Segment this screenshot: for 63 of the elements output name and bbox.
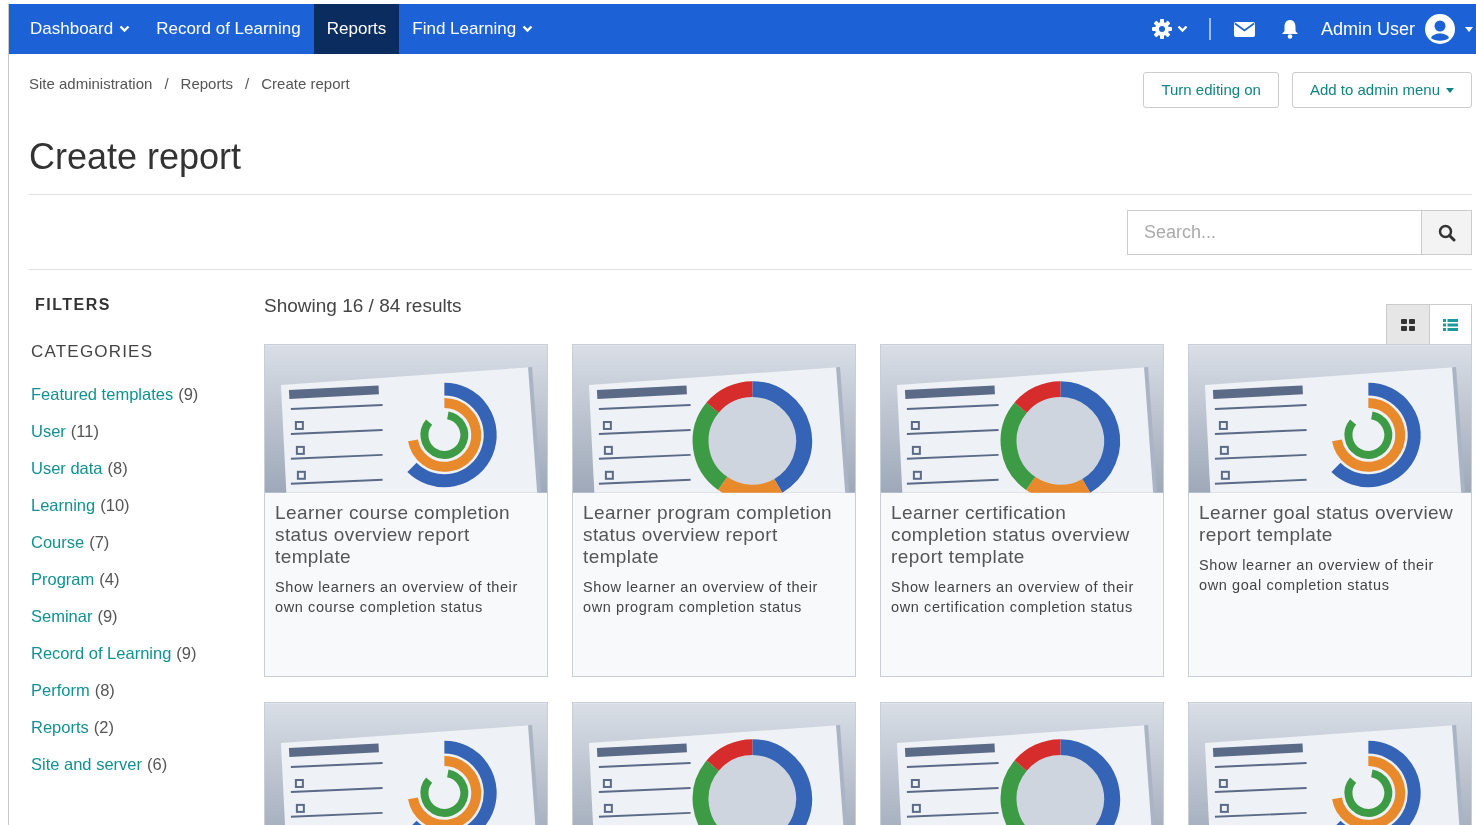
categories-heading: CATEGORIES	[31, 341, 155, 363]
nav-tab[interactable]: Find Learning	[399, 4, 547, 54]
settings-icon	[1151, 19, 1172, 39]
category-count: (7)	[89, 531, 110, 553]
category-count: (11)	[70, 420, 99, 442]
bell-icon	[1280, 19, 1299, 39]
breadcrumb-separator: /	[245, 74, 250, 94]
results-count: Showing 16 / 84 results	[264, 294, 462, 318]
search-icon	[1437, 223, 1456, 242]
category-count: (6)	[147, 753, 168, 775]
category-link[interactable]: Site and server	[31, 752, 142, 776]
category-count: (2)	[93, 716, 114, 738]
nav-tab[interactable]: Dashboard	[17, 4, 144, 54]
report-card[interactable]: Learner program completion status overview report template Show learner an overview of their own program completion status	[572, 344, 856, 677]
caret-icon	[1465, 26, 1473, 32]
category-count: (8)	[94, 679, 115, 701]
user-avatar-icon	[1425, 14, 1455, 44]
nav-tab[interactable]: Record of Learning	[143, 4, 314, 54]
category-link[interactable]: User	[31, 419, 66, 443]
search-input[interactable]: Search...	[1128, 211, 1421, 254]
category-count: (9)	[97, 605, 118, 627]
category-link[interactable]: Learning	[31, 493, 96, 517]
category-link[interactable]: Course	[31, 530, 85, 554]
report-card[interactable]: Learner course completion status overview report template Show learners an overview of their own course completion status	[264, 344, 548, 677]
card-description: Show learner an overview of their own goal completion status	[1198, 556, 1435, 595]
card-description: Show learners an overview of their own certification completion status	[890, 578, 1135, 617]
category-count: (9)	[178, 383, 199, 405]
page-title: Create report	[29, 135, 243, 179]
category-link[interactable]: Featured templates	[31, 382, 174, 406]
action-button[interactable]: Turn editing on	[1143, 72, 1279, 108]
category-link[interactable]: User data	[31, 456, 103, 480]
category-link[interactable]: Seminar	[31, 604, 93, 628]
list-view-icon	[1443, 319, 1458, 331]
user-menu-button[interactable]: Admin User	[1316, 14, 1476, 44]
nav-tab[interactable]: Reports	[313, 4, 400, 54]
card-title: Learner program completion status overview report template	[582, 501, 834, 568]
envelope-icon	[1233, 21, 1255, 37]
filters-heading: FILTERS	[35, 295, 112, 315]
breadcrumb-link[interactable]: Reports	[180, 73, 234, 96]
card-title: Learner course completion status overview report template	[274, 501, 511, 568]
card-description: Show learner an overview of their own program completion status	[582, 578, 819, 617]
action-button[interactable]: Add to admin menu	[1291, 72, 1472, 108]
search-button[interactable]	[1421, 211, 1471, 254]
card-title: Learner certification completion status overview report template	[890, 501, 1131, 568]
report-card[interactable]: Learner certification completion status overview report template Show learners an overview of their own certification completion status	[880, 344, 1164, 677]
breadcrumb-separator: /	[164, 74, 169, 94]
breadcrumb-link[interactable]: Create report	[261, 73, 350, 96]
grid-view-toggle[interactable]	[1387, 305, 1429, 345]
card-title: Learner goal status overview report template	[1198, 501, 1455, 546]
card-description: Show learners an overview of their own course completion status	[274, 578, 519, 617]
category-link[interactable]: Perform	[31, 678, 90, 702]
category-count: (10)	[100, 494, 130, 516]
chevron-down-icon	[1176, 25, 1188, 33]
category-count: (4)	[99, 568, 120, 590]
report-card[interactable]: Learner goal status overview report template Show learner an overview of their own goal completion status	[1188, 344, 1472, 677]
category-link[interactable]: Reports	[31, 715, 89, 739]
search-field[interactable]: Search...	[1127, 210, 1472, 255]
category-count: (8)	[107, 457, 128, 479]
category-count: (9)	[176, 642, 197, 664]
category-link[interactable]: Record of Learning	[31, 641, 172, 665]
breadcrumb-link[interactable]: Site administration	[29, 73, 153, 96]
category-link[interactable]: Program	[31, 567, 95, 591]
grid-view-icon	[1401, 319, 1415, 331]
